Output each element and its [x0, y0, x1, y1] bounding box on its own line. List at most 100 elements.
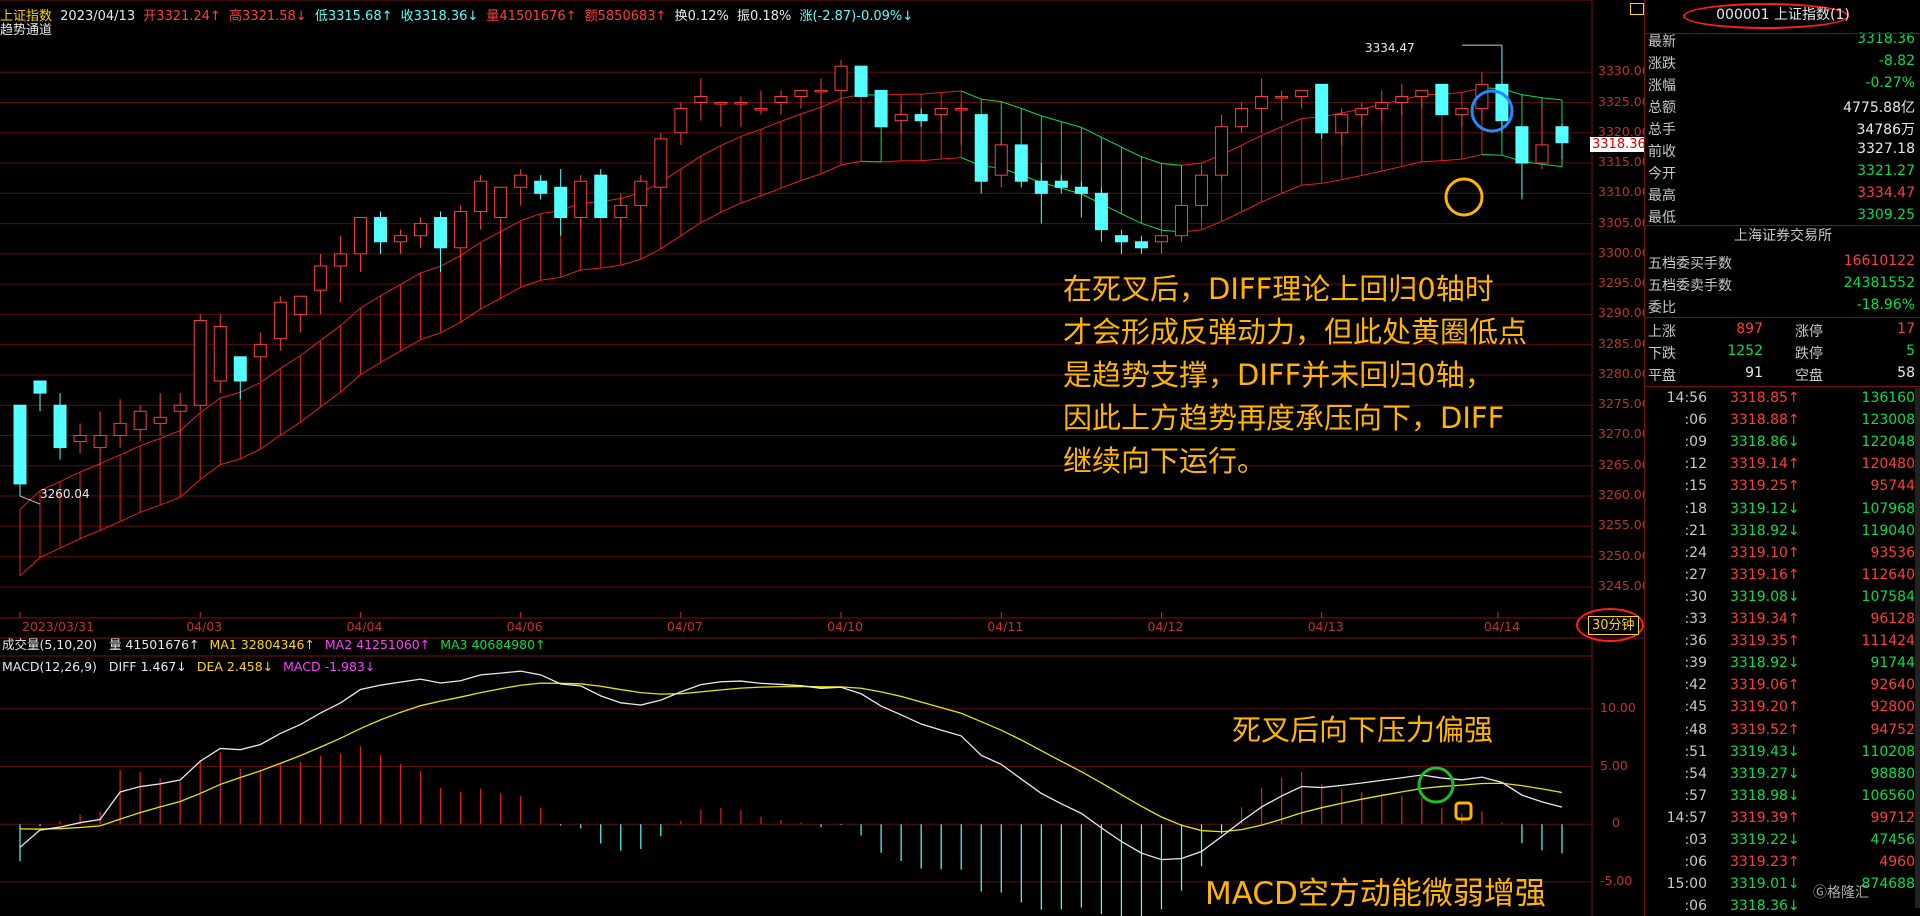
tick-row[interactable]: :15 3319.25↑ 95744: [1645, 474, 1920, 496]
channel-upper-edge: [780, 113, 802, 122]
candle-body: [934, 108, 948, 116]
channel-upper-edge: [59, 471, 81, 483]
tick-row[interactable]: :48 3319.52↑ 94752: [1645, 718, 1920, 740]
candle-body: [1455, 108, 1469, 116]
channel-upper-edge: [500, 220, 521, 233]
tick-price: 3319.14↑: [1730, 456, 1800, 473]
tick-time: :09: [1684, 434, 1707, 451]
tick-row[interactable]: :12 3319.14↑ 120480: [1645, 452, 1920, 474]
tick-row[interactable]: :18 3319.12↓ 107968: [1645, 497, 1920, 519]
breadth-row: 上涨 897 涨停 17: [1645, 318, 1920, 340]
channel-lower-edge: [1541, 163, 1563, 168]
channel-upper-edge: [159, 430, 181, 439]
volume-current: 量 41501676↑: [108, 637, 200, 652]
order-value: -18.96%: [1856, 297, 1915, 313]
tick-time: :06: [1684, 412, 1707, 429]
candle-body: [153, 416, 167, 424]
annotation-line: 因此上方趋势再度承压向下，DIFF: [1063, 401, 1505, 435]
tick-row[interactable]: :30 3319.08↓ 107584: [1645, 585, 1920, 607]
channel-lower-edge: [1321, 179, 1342, 184]
price-tick: 3310.00: [1598, 184, 1650, 200]
price-tick: 3275.00: [1598, 396, 1650, 412]
tick-row[interactable]: :27 3319.16↑ 112640: [1645, 563, 1920, 585]
tick-volume: 107968: [1861, 500, 1915, 517]
channel-lower-edge: [179, 478, 201, 498]
macd-value: MACD -1.983↓: [283, 659, 376, 674]
tick-row[interactable]: :42 3319.06↑ 92640: [1645, 673, 1920, 695]
settings-icon[interactable]: [1630, 3, 1644, 15]
tick-row[interactable]: :21 3318.92↓ 119040: [1645, 519, 1920, 541]
candle-body: [1094, 192, 1108, 231]
tick-row[interactable]: :57 3318.98↓ 106560: [1645, 784, 1920, 806]
channel-lower-edge: [300, 406, 321, 423]
channel-lower-edge: [660, 235, 682, 250]
candle-body: [253, 344, 267, 358]
candle-body: [33, 380, 47, 394]
breadth-value: 897: [1736, 321, 1763, 337]
tick-volume: 93536: [1870, 544, 1915, 561]
candle-body: [1275, 95, 1289, 99]
candle-body: [53, 404, 67, 449]
candle-body: [1295, 89, 1309, 97]
quote-value: -8.82: [1878, 53, 1915, 69]
breadth-value: 17: [1897, 321, 1915, 337]
tick-price: 3319.34↑: [1730, 611, 1800, 627]
candle-body: [534, 180, 548, 194]
candle-body: [1555, 126, 1569, 144]
date-tick: 2023/03/31: [22, 619, 95, 634]
tick-row[interactable]: :45 3319.20↑ 92800: [1645, 695, 1920, 717]
channel-lower-edge: [360, 362, 381, 376]
date-tick: 04/07: [666, 619, 703, 634]
macd-tick: -5.00: [1600, 872, 1633, 888]
tick-volume: 119040: [1861, 522, 1915, 539]
breadth-label: 跌停: [1795, 346, 1823, 362]
open-value: 开3321.24↑: [143, 9, 221, 24]
candle-body: [554, 186, 568, 219]
tick-scrollbar[interactable]: [1915, 388, 1920, 908]
candle-body: [1054, 180, 1068, 188]
tick-row[interactable]: 15:00 3319.01↓ 874688: [1645, 872, 1920, 894]
candle-body: [233, 356, 247, 382]
tick-row[interactable]: 14:56 3318.85↑ 136160: [1645, 386, 1920, 408]
channel-upper-edge: [380, 284, 401, 297]
channel-lower-edge: [260, 434, 281, 450]
indicator-name[interactable]: 趋势通道: [0, 24, 52, 37]
macd-dea: DEA 2.458↓: [196, 659, 274, 674]
channel-lower-edge: [740, 195, 762, 204]
channel-lower-edge: [1221, 211, 1242, 222]
tick-row[interactable]: :06 3318.88↑ 123008: [1645, 408, 1920, 430]
tick-row[interactable]: :09 3318.86↓ 122048: [1645, 430, 1920, 452]
tick-row[interactable]: :39 3318.92↓ 91744: [1645, 651, 1920, 673]
close-value: 收3318.36↓: [400, 9, 479, 24]
price-tick: 3280.00: [1598, 365, 1650, 381]
index-name[interactable]: 上证指数: [0, 9, 52, 24]
channel-upper-edge: [280, 355, 301, 369]
tick-row[interactable]: :03 3319.22↓ 47456: [1645, 828, 1920, 850]
channel-lower-edge: [580, 267, 601, 271]
quote-value: 3334.47: [1857, 185, 1915, 201]
tick-price: 3319.35↑: [1730, 633, 1800, 650]
tick-row[interactable]: :54 3319.27↓ 98880: [1645, 762, 1920, 784]
date-tick: 04/12: [1147, 619, 1184, 634]
volume-indicator-name[interactable]: 成交量(5,10,20): [2, 637, 97, 652]
quote-title[interactable]: 000001 上证指数(1): [1645, 8, 1920, 22]
tick-price: 3319.08↓: [1730, 588, 1800, 605]
macd-indicator-name[interactable]: MACD(12,26,9): [2, 659, 97, 674]
tick-row[interactable]: :06 3319.23↑ 4960: [1645, 850, 1920, 872]
candle-body: [454, 210, 468, 249]
channel-upper-edge: [400, 272, 421, 285]
tick-price: 3318.98↓: [1730, 787, 1800, 804]
tick-row[interactable]: :06 3318.36↓: [1645, 894, 1920, 916]
tick-row[interactable]: :24 3319.10↑ 93536: [1645, 541, 1920, 563]
tick-row[interactable]: :36 3319.35↑ 111424: [1645, 629, 1920, 651]
tick-volume: 92640: [1870, 677, 1915, 694]
channel-lower-edge: [199, 464, 221, 480]
tick-row[interactable]: :51 3319.43↓ 110208: [1645, 740, 1920, 762]
price-tick: 3295.00: [1598, 275, 1650, 291]
channel-lower-edge: [680, 222, 702, 237]
tick-row[interactable]: :33 3319.34↑ 96128: [1645, 607, 1920, 629]
tick-volume: 122048: [1861, 434, 1915, 451]
candle-body: [1114, 235, 1128, 243]
period-button[interactable]: 30分钟: [1588, 616, 1639, 635]
tick-row[interactable]: 14:57 3319.39↑ 99712: [1645, 806, 1920, 828]
